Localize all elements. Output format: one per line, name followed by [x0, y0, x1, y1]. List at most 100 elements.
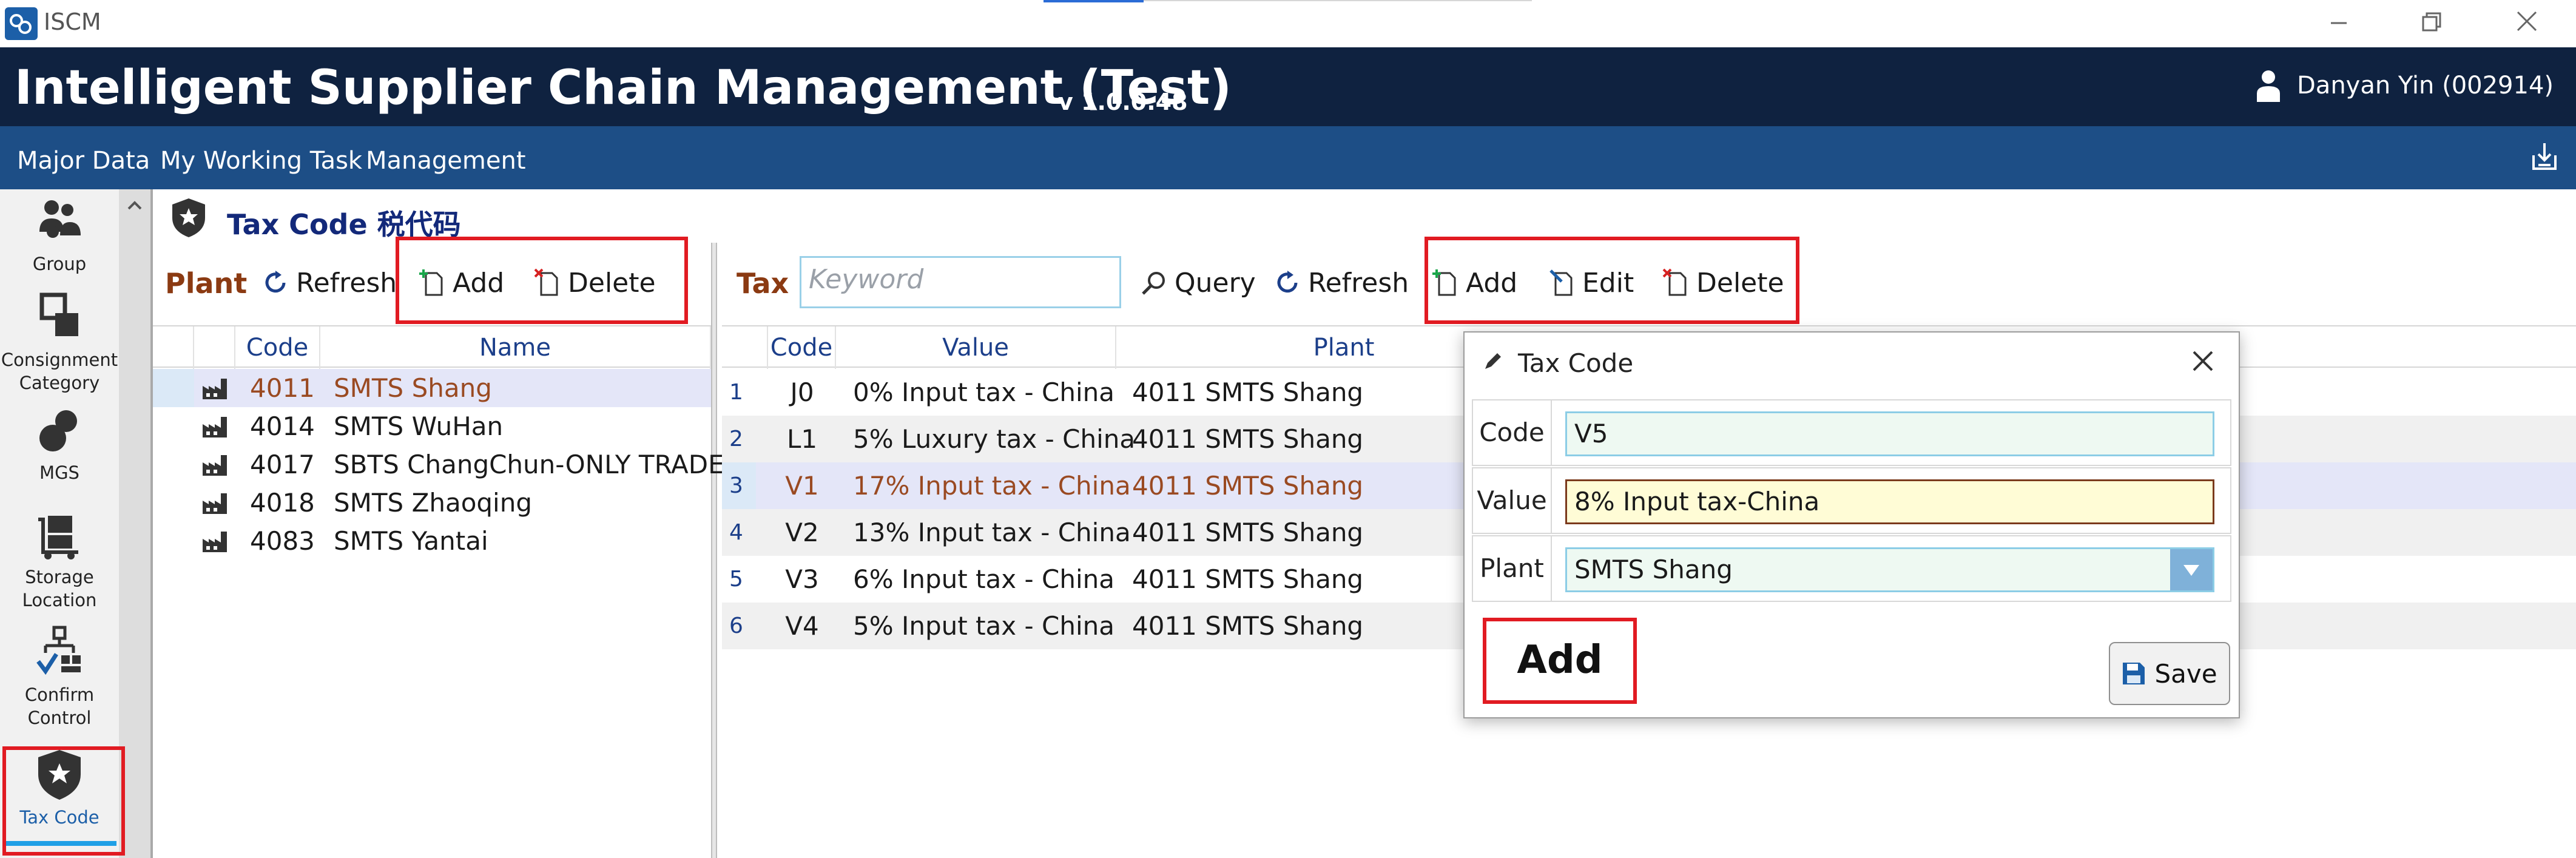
restore-button[interactable] [2402, 4, 2457, 40]
tax-refresh-button[interactable]: Refresh [1274, 265, 1409, 301]
plant-select[interactable]: SMTS Shang [1565, 547, 2214, 592]
nav-item-consignment-category[interactable]: Consignment Category [0, 290, 119, 394]
row-number-cell[interactable]: 3 [722, 462, 756, 509]
code-input[interactable]: V5 [1565, 411, 2214, 456]
highlight-box-tax-code [2, 746, 125, 856]
dialog-title: Tax Code [1518, 348, 1634, 378]
row-number-cell[interactable]: 2 [722, 416, 756, 462]
export-icon[interactable] [2530, 141, 2559, 172]
plant-name-cell: SMTS WuHan [334, 411, 504, 441]
dialog-code-row: Code V5 [1472, 399, 2231, 466]
close-window-button[interactable] [2500, 4, 2554, 40]
nav-item-storage-location[interactable]: Storage Location [0, 507, 119, 612]
plant-select-value: SMTS Shang [1574, 555, 1733, 584]
user-name[interactable]: Danyan Yin (002914) [2297, 72, 2554, 100]
tax-code-cell: V3 [785, 564, 819, 594]
window-app-name: ISCM [44, 8, 101, 35]
row-indicator-header [153, 326, 194, 369]
plant-name-header[interactable]: Name [320, 326, 711, 369]
save-label: Save [2154, 658, 2217, 689]
dialog-plant-row: Plant SMTS Shang [1472, 535, 2231, 602]
row-number-cell[interactable]: 6 [722, 603, 756, 649]
app-header: Intelligent Supplier Chain Management (T… [0, 47, 2576, 126]
tax-code-cell: V4 [785, 611, 819, 641]
menu-bar: Major Data My Working Task Management [0, 126, 2576, 189]
factory-icon [201, 369, 235, 407]
plant-table-row[interactable]: 4083 SMTS Yantai [153, 522, 711, 560]
storage-icon [32, 507, 87, 562]
nav-label-line2: Location [22, 590, 97, 610]
menu-management[interactable]: Management [366, 147, 526, 175]
tax-plant-cell: 4011 SMTS Shang [1132, 564, 1364, 594]
tax-value-cell: 5% Input tax - China [853, 611, 1114, 641]
menu-major-data[interactable]: Major Data [17, 147, 150, 175]
app-title: Intelligent Supplier Chain Management (T… [15, 61, 1232, 115]
tax-value-cell: 5% Luxury tax - China [853, 424, 1136, 454]
row-indicator[interactable] [153, 445, 194, 484]
plant-table-row[interactable]: 4017 SBTS ChangChun-ONLY TRADE [153, 445, 724, 484]
highlight-box-tax-actions [1425, 237, 1799, 324]
plant-code-header[interactable]: Code [235, 326, 320, 369]
plant-table-row[interactable]: 4011 SMTS Shang [153, 369, 711, 407]
chevron-down-icon[interactable] [2170, 549, 2213, 590]
keyword-search-input[interactable]: Keyword [800, 256, 1121, 308]
tax-section-label: Tax [737, 267, 789, 300]
tax-code-dialog: Tax Code Code V5 Value 8% Input tax-Chin… [1463, 331, 2240, 718]
code-field-label: Code [1473, 400, 1552, 465]
titlebar-divider [1144, 0, 1532, 1]
plant-section-label: Plant [165, 267, 248, 300]
row-number-header [722, 326, 768, 369]
scroll-up-icon[interactable] [119, 189, 150, 221]
tax-refresh-label: Refresh [1308, 267, 1409, 299]
refresh-icon [265, 271, 286, 293]
nav-label-line2: Control [27, 708, 92, 728]
tax-value-header[interactable]: Value [836, 326, 1116, 369]
plant-code-cell: 4014 [250, 411, 315, 441]
floppy-disk-icon [2123, 663, 2145, 684]
row-indicator[interactable] [153, 484, 194, 522]
dialog-close-icon[interactable] [2188, 346, 2218, 376]
value-input[interactable]: 8% Input tax-China [1565, 479, 2214, 524]
plant-name-cell: SMTS Shang [334, 373, 492, 403]
plant-table-row[interactable]: 4018 SMTS Zhaoqing [153, 484, 711, 522]
nav-item-mgs[interactable]: MGS [0, 403, 119, 484]
factory-icon [201, 407, 235, 445]
tax-code-header[interactable]: Code [768, 326, 836, 369]
minimize-button[interactable] [2311, 4, 2366, 40]
nav-label: MGS [39, 462, 79, 483]
plant-table-row[interactable]: 4014 SMTS WuHan [153, 407, 711, 445]
plant-code-cell: 4017 [250, 450, 315, 479]
tax-plant-cell: 4011 SMTS Shang [1132, 518, 1364, 547]
nav-item-confirm-control[interactable]: Confirm Control [0, 625, 119, 729]
tax-code-badge-icon [169, 197, 209, 238]
tax-query-button[interactable]: Query [1141, 265, 1256, 301]
dialog-value-row: Value 8% Input tax-China [1472, 467, 2231, 534]
save-button[interactable]: Save [2109, 642, 2230, 705]
titlebar-accent [1044, 0, 1144, 2]
row-indicator[interactable] [153, 369, 194, 407]
app-version: v 1.0.0.48 [1058, 89, 1188, 115]
row-number-cell[interactable]: 5 [722, 556, 756, 603]
plant-field-label: Plant [1473, 536, 1552, 601]
nav-label-line1: Confirm [24, 684, 95, 705]
nav-label-line1: Consignment [1, 350, 118, 370]
row-indicator[interactable] [153, 522, 194, 560]
window-titlebar: ISCM [0, 0, 2576, 47]
app-logo-icon [5, 7, 38, 40]
pencil-icon [1483, 351, 1503, 371]
plant-refresh-button[interactable]: Refresh [262, 265, 397, 301]
factory-icon [201, 445, 235, 484]
tax-code-cell: V2 [785, 518, 819, 547]
nav-label: Group [32, 254, 87, 274]
panel-splitter[interactable] [711, 243, 717, 858]
tax-plant-cell: 4011 SMTS Shang [1132, 377, 1364, 407]
nav-label-line1: Storage [25, 567, 94, 587]
mgs-icon [32, 403, 87, 458]
nav-item-group[interactable]: Group [0, 194, 119, 275]
row-indicator[interactable] [153, 407, 194, 445]
row-number-cell[interactable]: 4 [722, 509, 756, 556]
plant-name-cell: SMTS Yantai [334, 526, 488, 556]
tax-query-label: Query [1175, 267, 1256, 299]
menu-my-working-task[interactable]: My Working Task [160, 147, 362, 175]
row-number-cell[interactable]: 1 [722, 369, 756, 416]
